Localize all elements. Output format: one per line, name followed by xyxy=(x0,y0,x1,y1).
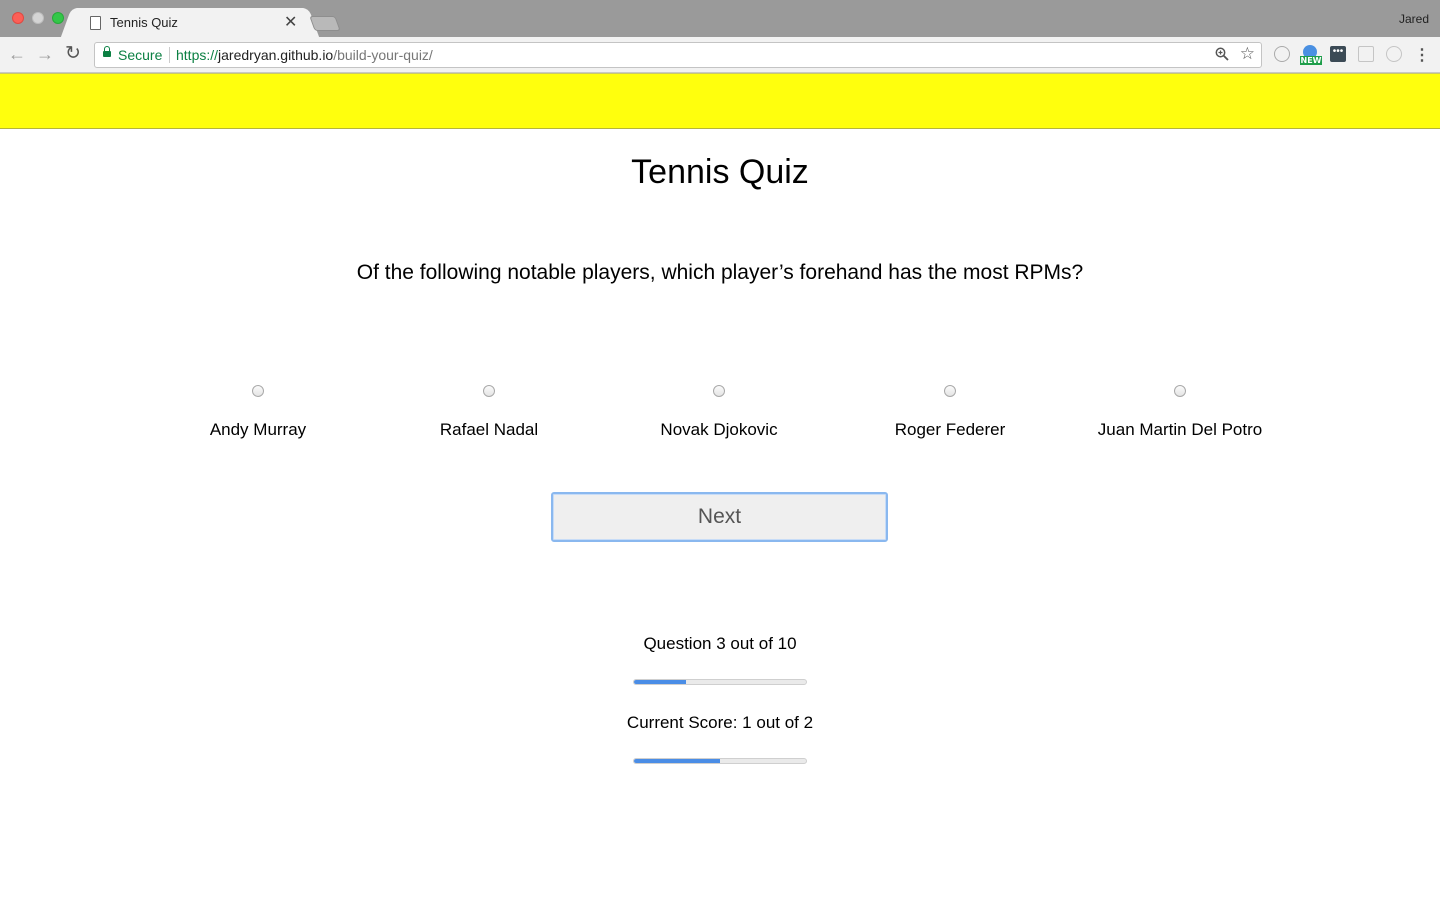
url-host: jaredryan.github.io xyxy=(218,47,334,63)
question-text: Of the following notable players, which … xyxy=(356,261,1084,284)
address-bar[interactable]: Secure https://jaredryan.github.io/build… xyxy=(94,42,1262,68)
question-progress-fill xyxy=(634,680,686,684)
new-tab-button[interactable] xyxy=(309,16,341,31)
answer-option[interactable]: Juan Martin Del Potro xyxy=(1080,380,1280,440)
score-progress-fill xyxy=(634,759,720,763)
answer-radio[interactable] xyxy=(252,385,264,397)
star-icon[interactable]: ☆ xyxy=(1240,44,1255,64)
extension-new-badge: NEW xyxy=(1300,56,1322,65)
forward-icon[interactable]: → xyxy=(34,43,56,65)
profile-name[interactable]: Jared xyxy=(1399,12,1429,26)
secure-label: Secure xyxy=(118,47,163,63)
top-banner xyxy=(0,73,1440,129)
answer-label[interactable]: Rafael Nadal xyxy=(389,420,589,440)
answer-radio[interactable] xyxy=(483,385,495,397)
url-scheme: https:// xyxy=(176,47,219,63)
menu-icon[interactable]: ⋮ xyxy=(1414,45,1430,65)
answer-label[interactable]: Juan Martin Del Potro xyxy=(1080,420,1280,440)
page-icon xyxy=(90,16,101,30)
tab-title: Tennis Quiz xyxy=(110,15,178,30)
maximize-window-button[interactable] xyxy=(52,12,64,24)
answer-label[interactable]: Novak Djokovic xyxy=(619,420,819,440)
answer-options: Andy Murray Rafael Nadal Novak Djokovic … xyxy=(0,380,1440,450)
lock-icon xyxy=(103,46,111,57)
browser-tab[interactable]: Tennis Quiz ✕ xyxy=(72,8,308,38)
answer-option[interactable]: Roger Federer xyxy=(850,380,1050,440)
answer-radio[interactable] xyxy=(1174,385,1186,397)
url-text[interactable]: https://jaredryan.github.io/build-your-q… xyxy=(176,47,433,63)
question-progress-text: Question 3 out of 10 xyxy=(643,634,797,653)
address-separator xyxy=(169,47,170,63)
extension-square-icon[interactable] xyxy=(1358,46,1374,62)
back-icon[interactable]: ← xyxy=(6,43,28,65)
next-button[interactable]: Next xyxy=(551,492,888,542)
minimize-window-button[interactable] xyxy=(32,12,44,24)
answer-option[interactable]: Rafael Nadal xyxy=(389,380,589,440)
score-progress-bar xyxy=(633,758,807,764)
answer-radio[interactable] xyxy=(944,385,956,397)
url-path: /build-your-quiz/ xyxy=(333,47,433,63)
close-window-button[interactable] xyxy=(12,12,24,24)
answer-label[interactable]: Andy Murray xyxy=(158,420,358,440)
extension-ring-icon[interactable] xyxy=(1386,46,1402,62)
answer-radio[interactable] xyxy=(713,385,725,397)
question-progress-bar xyxy=(633,679,807,685)
score-text: Current Score: 1 out of 2 xyxy=(626,713,814,732)
zoom-icon[interactable] xyxy=(1215,47,1229,64)
browser-titlebar: Tennis Quiz ✕ Jared xyxy=(0,0,1440,38)
browser-toolbar: ← → ↻ Secure https://jaredryan.github.io… xyxy=(0,37,1440,73)
answer-option[interactable]: Novak Djokovic xyxy=(619,380,819,440)
extension-circle-icon[interactable] xyxy=(1274,46,1290,62)
answer-label[interactable]: Roger Federer xyxy=(850,420,1050,440)
page-title: Tennis Quiz xyxy=(631,153,809,191)
tab-close-icon[interactable]: ✕ xyxy=(284,12,297,32)
extension-dots-icon[interactable]: ••• xyxy=(1330,46,1346,62)
answer-option[interactable]: Andy Murray xyxy=(158,380,358,440)
reload-icon[interactable]: ↻ xyxy=(62,43,84,65)
extension-globe-icon[interactable]: NEW xyxy=(1300,45,1322,65)
